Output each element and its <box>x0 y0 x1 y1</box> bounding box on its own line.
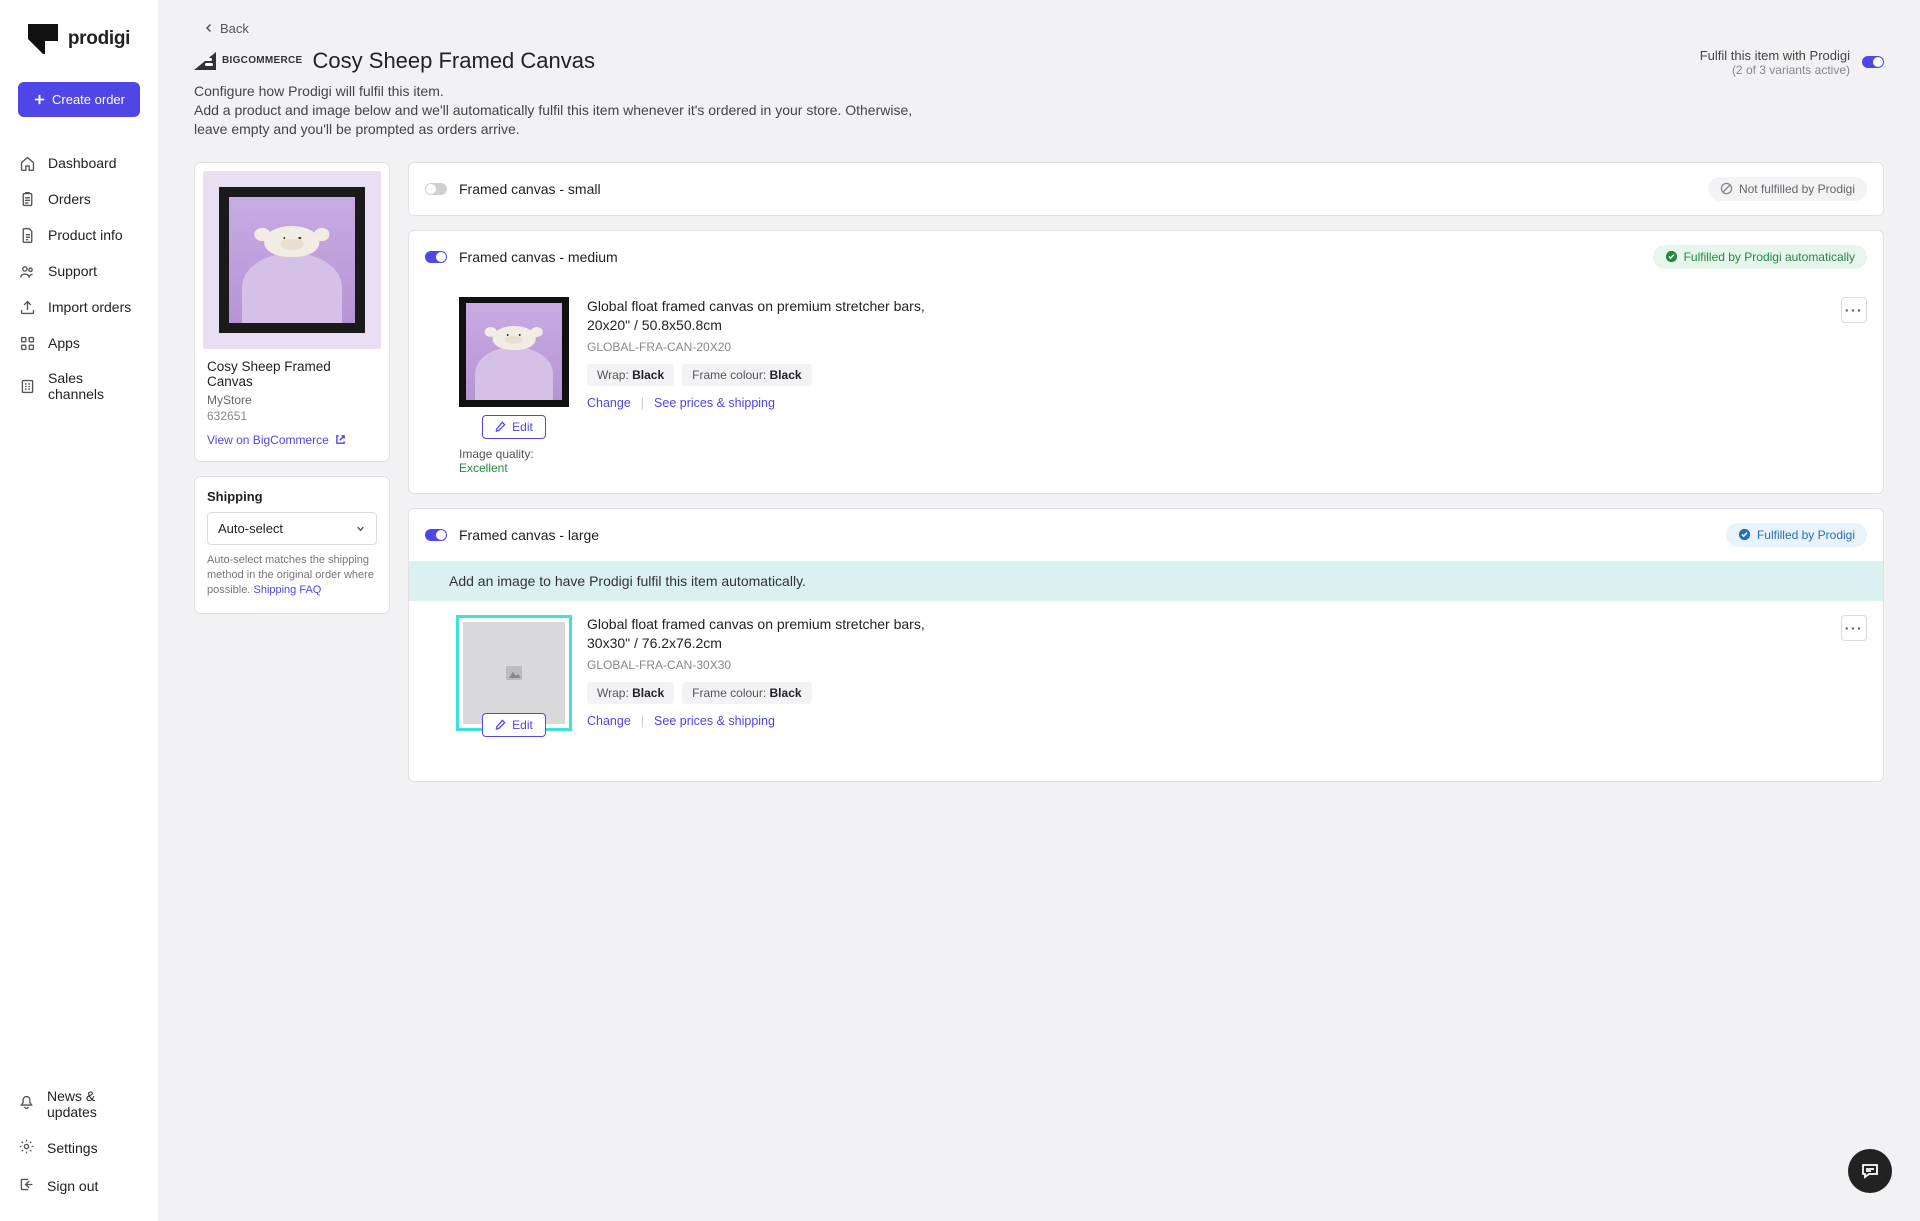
variant-large-product-title: Global float framed canvas on premium st… <box>587 615 967 653</box>
nav-main: Dashboard Orders Product info Support Im… <box>0 145 158 1079</box>
clipboard-icon <box>18 190 36 208</box>
users-icon <box>18 262 36 280</box>
fulfil-label: Fulfil this item with Prodigi <box>1700 48 1850 63</box>
variant-medium-more-button[interactable]: ··· <box>1841 297 1867 323</box>
sidebar-item-orders[interactable]: Orders <box>0 181 158 217</box>
back-link[interactable]: Back <box>204 21 249 36</box>
variant-large-banner: Add an image to have Prodigi fulfil this… <box>409 561 1883 601</box>
check-circle-icon <box>1738 528 1751 541</box>
bigcommerce-logo: BIGCOMMERCE <box>194 52 303 70</box>
change-link[interactable]: Change <box>587 396 631 410</box>
fulfil-item-toggle[interactable] <box>1862 56 1884 68</box>
sidebar-item-apps[interactable]: Apps <box>0 325 158 361</box>
change-link[interactable]: Change <box>587 714 631 728</box>
shipping-card: Shipping Auto-select Auto-select matches… <box>194 476 390 614</box>
variant-medium: Framed canvas - medium Fulfilled by Prod… <box>408 230 1884 494</box>
shipping-title: Shipping <box>207 489 377 504</box>
edit-icon <box>495 719 506 730</box>
wrap-chip: Wrap: Black <box>587 682 674 704</box>
frame-chip: Frame colour: Black <box>682 682 811 704</box>
variant-large: Framed canvas - large Fulfilled by Prodi… <box>408 508 1884 782</box>
variant-large-edit-button[interactable]: Edit <box>482 713 546 737</box>
image-placeholder-icon <box>506 666 522 680</box>
external-link-icon <box>335 434 346 445</box>
product-name: Cosy Sheep Framed Canvas <box>207 359 377 389</box>
status-auto-fulfilled: Fulfilled by Prodigi automatically <box>1653 245 1867 269</box>
variant-medium-sku: GLOBAL-FRA-CAN-20X20 <box>587 340 1823 354</box>
variant-medium-title: Framed canvas - medium <box>459 249 618 265</box>
variant-small-toggle[interactable] <box>425 183 447 195</box>
see-prices-link[interactable]: See prices & shipping <box>654 396 775 410</box>
shipping-faq-link[interactable]: Shipping FAQ <box>253 584 321 596</box>
sidebar-item-import-orders[interactable]: Import orders <box>0 289 158 325</box>
sidebar-item-dashboard[interactable]: Dashboard <box>0 145 158 181</box>
sidebar-item-news[interactable]: News & updates <box>0 1079 158 1129</box>
main-content: Back BIGCOMMERCE Cosy Sheep Framed Canva… <box>158 0 1920 1221</box>
logo: prodigi <box>0 24 158 54</box>
file-icon <box>18 226 36 244</box>
variant-small: Framed canvas - small Not fulfilled by P… <box>408 162 1884 216</box>
sidebar-item-signout[interactable]: Sign out <box>0 1167 158 1205</box>
wrap-chip: Wrap: Black <box>587 364 674 386</box>
sidebar-item-support[interactable]: Support <box>0 253 158 289</box>
chat-icon <box>1860 1161 1880 1181</box>
variant-small-title: Framed canvas - small <box>459 181 601 197</box>
product-id: 632651 <box>207 409 377 423</box>
grid-icon <box>18 334 36 352</box>
logo-text: prodigi <box>68 28 130 50</box>
upload-icon <box>18 298 36 316</box>
nav-bottom: News & updates Settings Sign out <box>0 1079 158 1205</box>
building-icon <box>18 377 36 395</box>
product-card: Cosy Sheep Framed Canvas MyStore 632651 … <box>194 162 390 462</box>
sidebar-item-sales-channels[interactable]: Sales channels <box>0 361 158 411</box>
home-icon <box>18 154 36 172</box>
page-header: BIGCOMMERCE Cosy Sheep Framed Canvas Ful… <box>194 48 1884 77</box>
check-circle-icon <box>1665 250 1678 263</box>
variant-medium-edit-button[interactable]: Edit <box>482 415 546 439</box>
fulfil-toggle-block: Fulfil this item with Prodigi (2 of 3 va… <box>1700 48 1884 77</box>
variant-large-title: Framed canvas - large <box>459 527 599 543</box>
image-quality: Image quality: Excellent <box>459 447 569 475</box>
page-description: Add a product and image below and we'll … <box>194 101 914 140</box>
page-subtitle: Configure how Prodigi will fulfil this i… <box>194 83 1884 99</box>
sidebar: prodigi Create order Dashboard Orders Pr… <box>0 0 158 1221</box>
frame-chip: Frame colour: Black <box>682 364 811 386</box>
product-store: MyStore <box>207 393 377 407</box>
variant-medium-toggle[interactable] <box>425 251 447 263</box>
view-on-bigcommerce-link[interactable]: View on BigCommerce <box>207 433 346 447</box>
chat-button[interactable] <box>1848 1149 1892 1193</box>
variant-medium-content: Edit Image quality: Excellent Global flo… <box>409 283 1883 493</box>
gear-icon <box>18 1138 35 1158</box>
chevron-left-icon <box>204 23 214 33</box>
plus-icon <box>33 93 46 106</box>
variant-large-toggle[interactable] <box>425 529 447 541</box>
see-prices-link[interactable]: See prices & shipping <box>654 714 775 728</box>
variant-large-content: Edit Global float framed canvas on premi… <box>409 601 1883 781</box>
page-title: Cosy Sheep Framed Canvas <box>313 48 595 74</box>
variant-medium-product-title: Global float framed canvas on premium st… <box>587 297 967 335</box>
sidebar-item-product-info[interactable]: Product info <box>0 217 158 253</box>
sidebar-item-settings[interactable]: Settings <box>0 1129 158 1167</box>
product-thumbnail <box>203 171 381 349</box>
chevron-down-icon <box>355 523 366 534</box>
fulfil-sub: (2 of 3 variants active) <box>1700 63 1850 77</box>
variant-large-sku: GLOBAL-FRA-CAN-30X30 <box>587 658 1823 672</box>
status-fulfilled-prodigi: Fulfilled by Prodigi <box>1726 523 1867 547</box>
status-not-fulfilled: Not fulfilled by Prodigi <box>1708 177 1867 201</box>
variant-large-more-button[interactable]: ··· <box>1841 615 1867 641</box>
signout-icon <box>18 1176 35 1196</box>
variant-medium-thumb <box>459 297 569 407</box>
create-order-button[interactable]: Create order <box>18 82 140 117</box>
shipping-note: Auto-select matches the shipping method … <box>207 553 377 599</box>
logo-mark-icon <box>28 24 58 54</box>
shipping-select[interactable]: Auto-select <box>207 512 377 545</box>
edit-icon <box>495 421 506 432</box>
prohibit-icon <box>1720 182 1733 195</box>
bell-icon <box>18 1094 35 1114</box>
